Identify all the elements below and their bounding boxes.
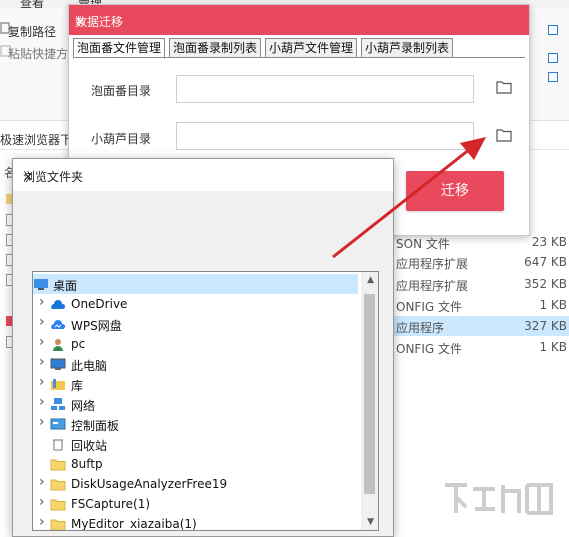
watermark-logo — [441, 479, 561, 529]
annotation-arrow — [332, 137, 486, 259]
